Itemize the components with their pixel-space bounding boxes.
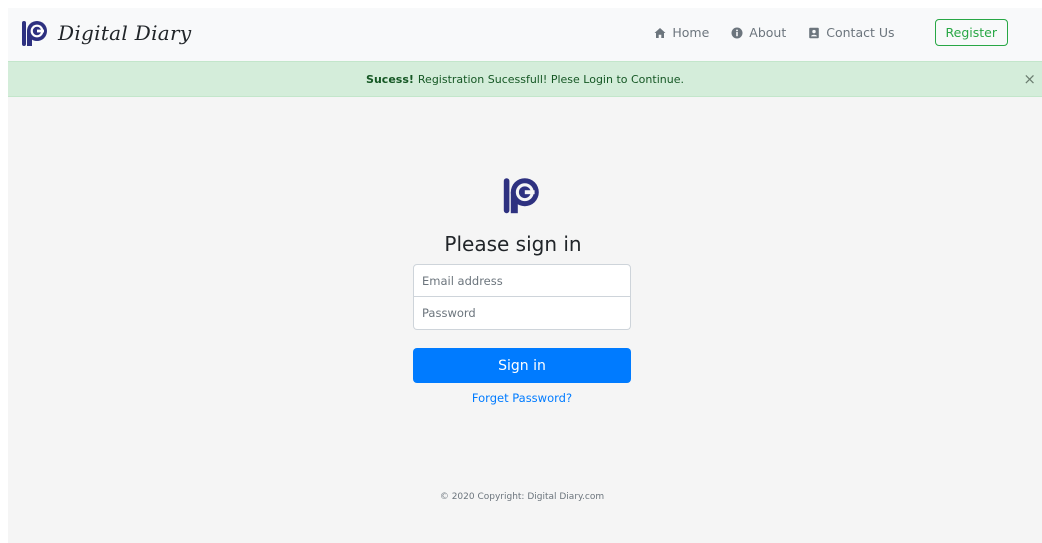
nav-link-about[interactable]: About (731, 25, 786, 40)
alert-strong-text: Sucess! (366, 72, 414, 86)
footer-copyright: © 2020 Copyright: Digital Diary.com (439, 492, 605, 502)
nav-link-contact-label: Contact Us (826, 25, 895, 40)
forgot-password-link[interactable]: Forget Password? (413, 391, 631, 405)
close-icon[interactable]: × (1023, 70, 1036, 88)
info-circle-icon (731, 27, 743, 39)
nav-link-about-label: About (749, 25, 787, 40)
brand[interactable]: Digital Diary (22, 18, 191, 48)
alert-message: Registration Sucessfull! Plese Login to … (417, 72, 684, 86)
signin-button[interactable]: Sign in (413, 348, 631, 383)
signin-logo-icon (503, 178, 539, 214)
home-icon (654, 27, 666, 39)
register-button[interactable]: Register (934, 19, 1008, 46)
password-input[interactable] (413, 297, 631, 330)
nav-link-contact[interactable]: Contact Us (808, 25, 895, 40)
nav-link-home-label: Home (672, 25, 710, 40)
email-input[interactable] (413, 264, 631, 297)
success-alert: Sucess! Registration Sucessfull! Plese L… (8, 61, 1042, 97)
signin-title: Please sign in (444, 232, 582, 256)
nav-link-home[interactable]: Home (654, 25, 709, 40)
signin-input-group (413, 264, 631, 330)
brand-name: Digital Diary (58, 21, 192, 45)
navbar: Digital Diary Home About Contact Us Regi… (8, 8, 1042, 61)
brand-logo-icon (22, 21, 47, 46)
nav-links: Home About Contact Us Register (654, 19, 1008, 46)
address-book-icon (808, 27, 820, 39)
